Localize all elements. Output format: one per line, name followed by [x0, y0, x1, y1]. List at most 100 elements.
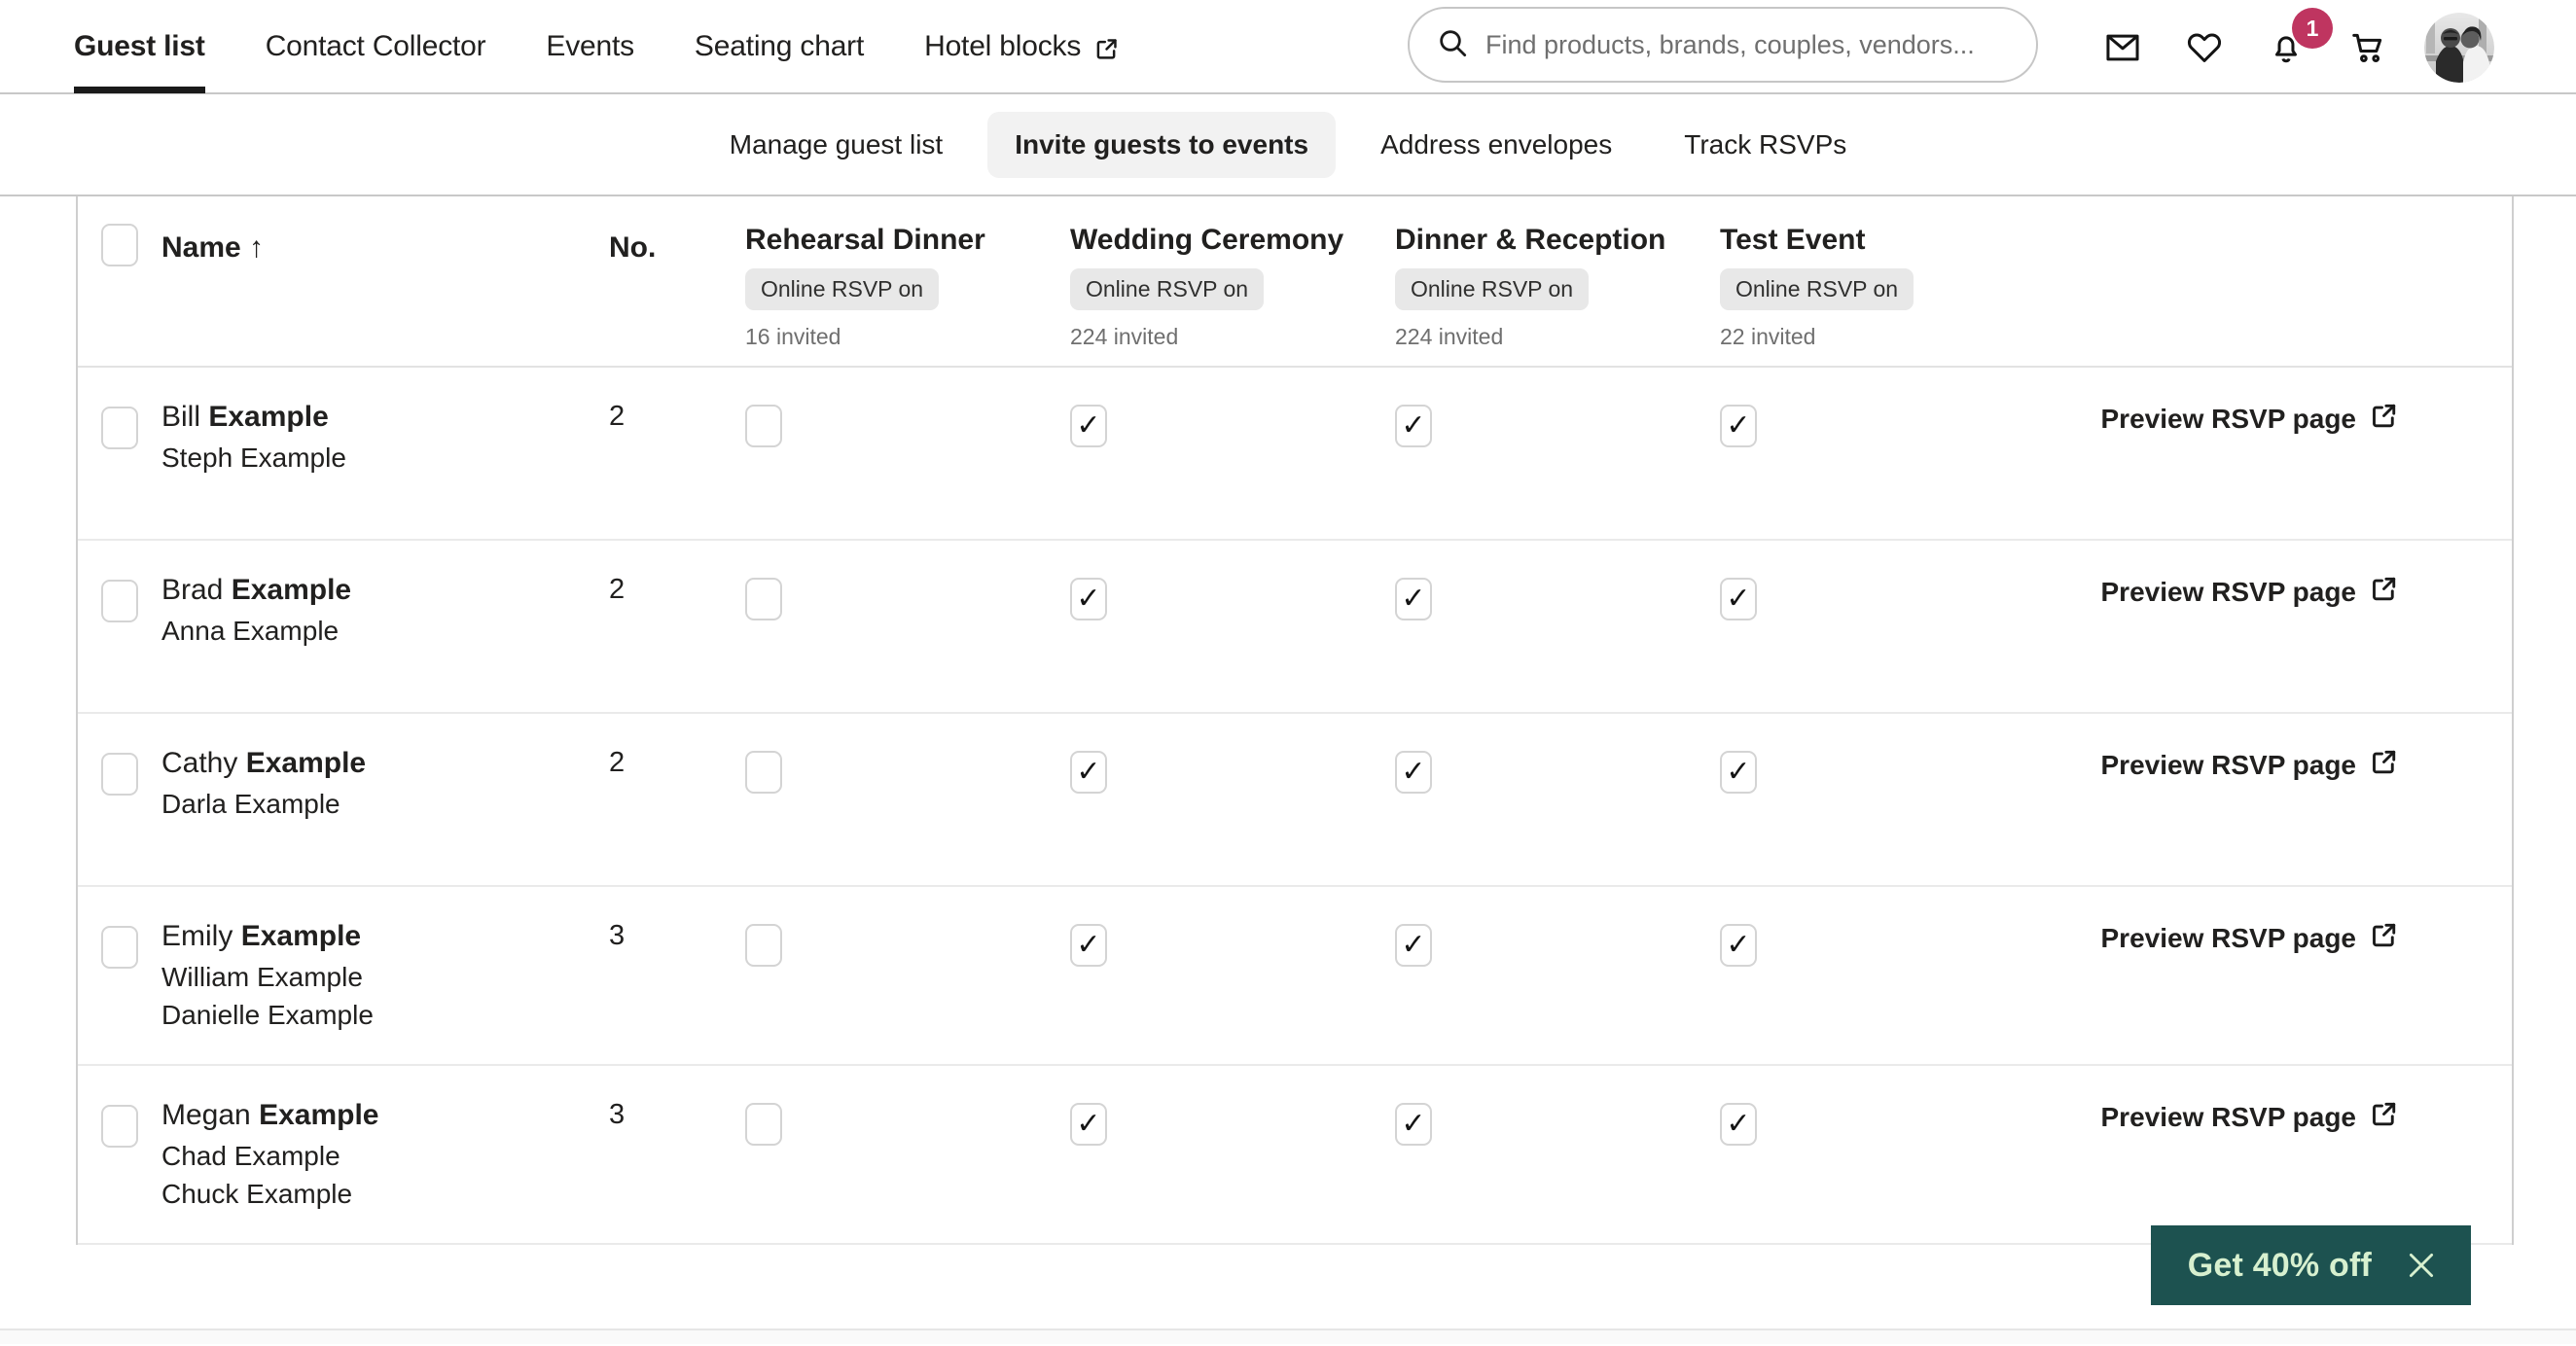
check-icon: ✓ — [1401, 583, 1426, 615]
event-invite-cell: ✓ — [1395, 397, 1720, 447]
cart-icon[interactable] — [2327, 0, 2409, 94]
subnav-item-invite-guests-to-events[interactable]: Invite guests to events — [987, 111, 1337, 178]
event-invite-checkbox[interactable] — [745, 924, 782, 967]
event-invite-checkbox[interactable]: ✓ — [1395, 1103, 1432, 1147]
preview-rsvp-page-link[interactable]: Preview RSVP page — [2101, 570, 2400, 610]
online-rsvp-status-pill[interactable]: Online RSVP on — [1720, 268, 1914, 310]
event-invite-checkbox[interactable]: ✓ — [1720, 578, 1757, 620]
event-invite-checkbox[interactable]: ✓ — [1070, 405, 1107, 447]
guest-name-cell: Megan Example Chad Example Chuck Example — [161, 1095, 609, 1214]
guest-count-value: 2 — [609, 747, 626, 778]
event-invite-cell — [745, 397, 1070, 447]
event-invite-checkbox[interactable]: ✓ — [1720, 1103, 1757, 1147]
event-column-header: Wedding Ceremony Online RSVP on 224 invite… — [1070, 224, 1395, 350]
guest-count-cell: 2 — [609, 570, 745, 606]
nav-item-seating-chart[interactable]: Seating chart — [695, 0, 864, 93]
row-select-checkbox[interactable] — [101, 753, 138, 796]
nav-item-contact-collector[interactable]: Contact Collector — [266, 0, 486, 93]
event-invite-checkbox[interactable]: ✓ — [1395, 751, 1432, 794]
check-icon: ✓ — [1726, 409, 1751, 442]
table-row: Emily Example William Example Danielle Exa… — [78, 887, 2512, 1067]
event-invite-checkbox[interactable]: ✓ — [1070, 578, 1107, 620]
event-invite-cell — [745, 1095, 1070, 1147]
guest-last-name: Example — [208, 401, 329, 433]
table-header-row: Name ↑ No. Rehearsal Dinner Online RSVP o… — [78, 196, 2512, 368]
preview-rsvp-page-link[interactable]: Preview RSVP page — [2101, 916, 2400, 956]
invited-count: 16 invited — [745, 324, 841, 349]
preview-rsvp-page-link[interactable]: Preview RSVP page — [2101, 397, 2400, 437]
guest-last-name: Example — [240, 920, 362, 952]
top-navigation-bar: Guest list Contact Collector Events Seating… — [0, 0, 2576, 94]
nav-item-label: Events — [546, 29, 634, 62]
event-invite-checkbox[interactable]: ✓ — [1395, 924, 1432, 967]
table-row: Brad Example Anna Example 2 ✓ ✓ ✓ Preview RSVP… — [78, 541, 2512, 714]
column-header-name[interactable]: Name ↑ — [161, 224, 609, 265]
guest-primary-name: Brad Example — [161, 570, 609, 612]
search-input[interactable] — [1485, 29, 2009, 60]
subnav-item-manage-guest-list[interactable]: Manage guest list — [702, 112, 970, 178]
check-icon: ✓ — [1076, 929, 1101, 961]
preview-rsvp-page-link[interactable]: Preview RSVP page — [2101, 743, 2400, 783]
event-invite-checkbox[interactable] — [745, 1103, 782, 1147]
nav-item-events[interactable]: Events — [546, 0, 634, 93]
mail-icon[interactable] — [2082, 0, 2164, 94]
subnav-item-track-rsvps[interactable]: Track RSVPs — [1657, 112, 1874, 178]
event-invite-checkbox[interactable]: ✓ — [1720, 751, 1757, 794]
nav-item-label: Seating chart — [694, 29, 865, 62]
invited-count: 224 invited — [1070, 324, 1179, 349]
event-invite-cell: ✓ — [1070, 397, 1395, 447]
online-rsvp-status-pill[interactable]: Online RSVP on — [745, 268, 940, 310]
check-icon: ✓ — [1076, 756, 1101, 788]
promo-banner[interactable]: Get 40% off — [2150, 1225, 2471, 1305]
event-invite-checkbox[interactable]: ✓ — [1070, 1103, 1107, 1147]
online-rsvp-status-pill[interactable]: Online RSVP on — [1395, 268, 1590, 310]
guest-count-cell: 2 — [609, 397, 745, 433]
row-select-checkbox[interactable] — [101, 407, 138, 449]
online-rsvp-status-pill[interactable]: Online RSVP on — [1070, 268, 1265, 310]
guest-name-cell: Bill Example Steph Example — [161, 397, 609, 477]
nav-item-label: Hotel blocks — [924, 29, 1082, 62]
event-invite-cell: ✓ — [1395, 570, 1720, 620]
invited-count: 22 invited — [1720, 324, 1816, 349]
guest-count-cell: 3 — [609, 916, 745, 952]
subnav-item-address-envelopes[interactable]: Address envelopes — [1353, 112, 1639, 178]
global-search[interactable] — [1408, 7, 2038, 83]
event-invite-checkbox[interactable]: ✓ — [1070, 751, 1107, 794]
select-all-checkbox[interactable] — [101, 224, 138, 266]
row-select-cell — [78, 743, 161, 796]
table-row: Cathy Example Darla Example 2 ✓ ✓ ✓ Preview RS… — [78, 714, 2512, 887]
nav-item-guest-list[interactable]: Guest list — [74, 0, 205, 93]
event-invite-cell: ✓ — [1720, 570, 2045, 620]
event-invite-checkbox[interactable]: ✓ — [1070, 924, 1107, 967]
event-invite-checkbox[interactable] — [745, 578, 782, 620]
event-column-header: Dinner & Reception Online RSVP on 224 invi… — [1395, 224, 1720, 350]
event-invite-checkbox[interactable]: ✓ — [1720, 405, 1757, 447]
nav-item-hotel-blocks[interactable]: Hotel blocks — [924, 0, 1120, 93]
heart-icon[interactable] — [2164, 0, 2245, 94]
event-invite-checkbox[interactable] — [745, 751, 782, 794]
event-invite-checkbox[interactable] — [745, 405, 782, 447]
check-icon: ✓ — [1726, 756, 1751, 788]
guest-count-cell: 3 — [609, 1095, 745, 1131]
window-bottom-strip — [0, 1328, 2576, 1344]
event-invite-checkbox[interactable]: ✓ — [1395, 578, 1432, 620]
bell-icon[interactable]: 1 — [2245, 0, 2333, 94]
event-invite-checkbox[interactable]: ✓ — [1720, 924, 1757, 967]
row-select-checkbox[interactable] — [101, 580, 138, 622]
close-icon[interactable] — [2405, 1249, 2438, 1282]
event-invite-checkbox[interactable]: ✓ — [1395, 405, 1432, 447]
avatar[interactable] — [2424, 12, 2494, 83]
external-link-icon — [1094, 36, 1120, 61]
event-title: Test Event — [1720, 224, 1866, 256]
event-title: Wedding Ceremony — [1070, 224, 1344, 256]
row-select-checkbox[interactable] — [101, 1105, 138, 1149]
preview-rsvp-page-link[interactable]: Preview RSVP page — [2101, 1095, 2400, 1135]
select-all-cell — [78, 224, 161, 266]
event-title: Rehearsal Dinner — [745, 224, 985, 256]
event-invite-cell: ✓ — [1395, 916, 1720, 967]
promo-label: Get 40% off — [2187, 1246, 2372, 1284]
event-invite-cell — [745, 570, 1070, 620]
guest-name-cell: Cathy Example Darla Example — [161, 743, 609, 823]
row-select-checkbox[interactable] — [101, 926, 138, 969]
external-link-icon — [2370, 1099, 2399, 1135]
